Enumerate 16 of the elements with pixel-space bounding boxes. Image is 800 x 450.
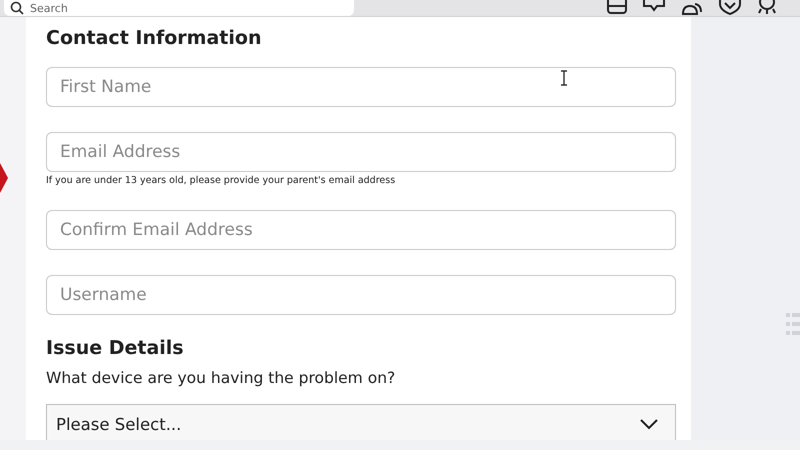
chevron-down-icon (639, 418, 659, 430)
input-field[interactable]: First Name (46, 67, 676, 107)
text-cursor-icon (560, 70, 568, 86)
arrow-icon (0, 163, 8, 193)
section-title: Issue Details (46, 337, 185, 361)
input-field[interactable]: Username (46, 275, 676, 315)
shield-icon[interactable] (718, 0, 742, 16)
search-field[interactable]: Search (4, 0, 354, 16)
list-icon (786, 313, 800, 337)
input-field[interactable]: Email Address (46, 132, 676, 172)
section-title: Contact Information (46, 27, 262, 51)
device-dropdown[interactable]: Please Select... (46, 404, 676, 440)
hint-text: If you are under 13 years old, please provide your parent's email address (46, 175, 396, 187)
question-text: What device are you having the problem on? (46, 369, 396, 389)
input-field[interactable]: Confirm Email Address (46, 210, 676, 250)
inbox-icon[interactable] (606, 0, 628, 16)
